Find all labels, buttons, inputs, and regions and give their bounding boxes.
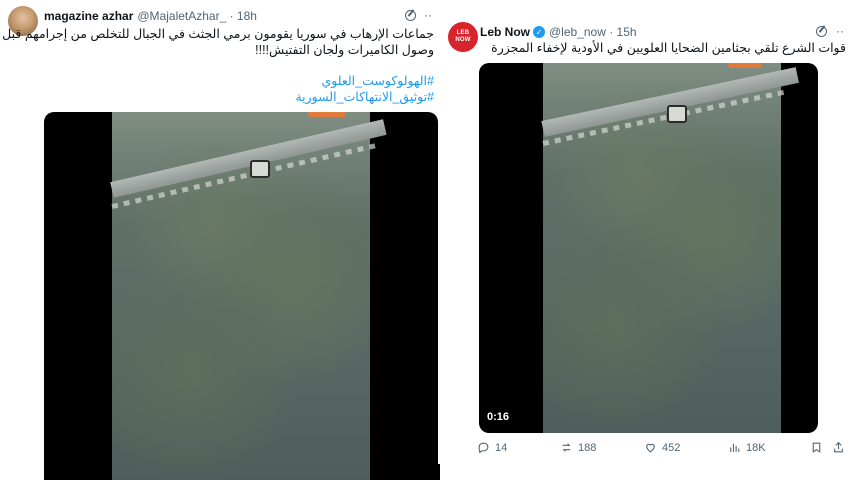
reply-icon	[478, 442, 489, 454]
more-options-icon[interactable]: ··	[836, 25, 844, 37]
views-button[interactable]: 18K	[728, 441, 766, 454]
bookmark-button[interactable]	[810, 441, 828, 454]
vehicle	[667, 105, 687, 123]
avatar-text-top: LEB	[456, 30, 470, 36]
more-options-icon[interactable]: ··	[424, 9, 432, 21]
avatar-text-bottom: NOW	[455, 37, 471, 43]
left-hashtag-1[interactable]: #الهولوكوست_العلوي	[0, 73, 434, 89]
like-count: 452	[662, 441, 681, 454]
left-hashtag-2[interactable]: #توثيق_الانتهاكات_السورية	[0, 89, 434, 105]
grok-icon[interactable]	[816, 26, 827, 37]
views-icon	[730, 443, 740, 452]
left-display-name[interactable]: magazine azhar	[44, 9, 133, 23]
mountain-road	[541, 67, 799, 137]
bookmark-icon	[812, 442, 821, 453]
right-video-player[interactable]: 0:16	[479, 63, 818, 433]
right-video-frame	[541, 63, 799, 433]
repost-count: 188	[578, 441, 597, 454]
share-icon	[834, 441, 843, 453]
heart-icon	[646, 443, 655, 453]
verified-badge-icon: ✓	[533, 26, 545, 38]
frame-edge	[436, 464, 440, 480]
vehicle	[250, 160, 270, 178]
left-tweet-text-line2: وصول الكاميرات ولجان التفتيش!!!!	[255, 43, 434, 57]
share-button[interactable]	[832, 441, 850, 454]
reply-button[interactable]: 14	[477, 441, 507, 454]
like-button[interactable]: 452	[644, 441, 680, 454]
left-video-frame	[110, 112, 387, 480]
right-handle-time[interactable]: @leb_now · 15h	[549, 25, 637, 39]
video-overlay-tab	[308, 112, 346, 117]
mountain-road	[110, 119, 387, 198]
video-duration: 0:16	[487, 411, 510, 423]
view-count: 18K	[746, 441, 766, 454]
tweet-actions-bar: 14 188 452 18K	[477, 441, 847, 457]
repost-icon	[562, 443, 571, 452]
left-video-player[interactable]	[44, 112, 438, 480]
right-tweet-text: قوات الشرع تلقي بجثامين الضحايا العلويين…	[491, 41, 846, 55]
left-tweet: magazine azhar @MajaletAzhar_ · 18h ·· ج…	[0, 0, 440, 480]
left-tweet-text-line1: جماعات الإرهاب في سوريا يقومون برمي الجث…	[2, 27, 434, 41]
grok-icon[interactable]	[405, 10, 416, 21]
left-tweet-header: magazine azhar @MajaletAzhar_ · 18h	[44, 9, 257, 23]
reply-count: 14	[495, 441, 508, 454]
right-tweet-header: Leb Now ✓ @leb_now · 15h	[480, 25, 637, 39]
repost-button[interactable]: 188	[560, 441, 596, 454]
video-overlay-tab	[728, 63, 762, 68]
left-handle-time[interactable]: @MajaletAzhar_ · 18h	[137, 9, 257, 23]
right-display-name[interactable]: Leb Now	[480, 25, 530, 39]
